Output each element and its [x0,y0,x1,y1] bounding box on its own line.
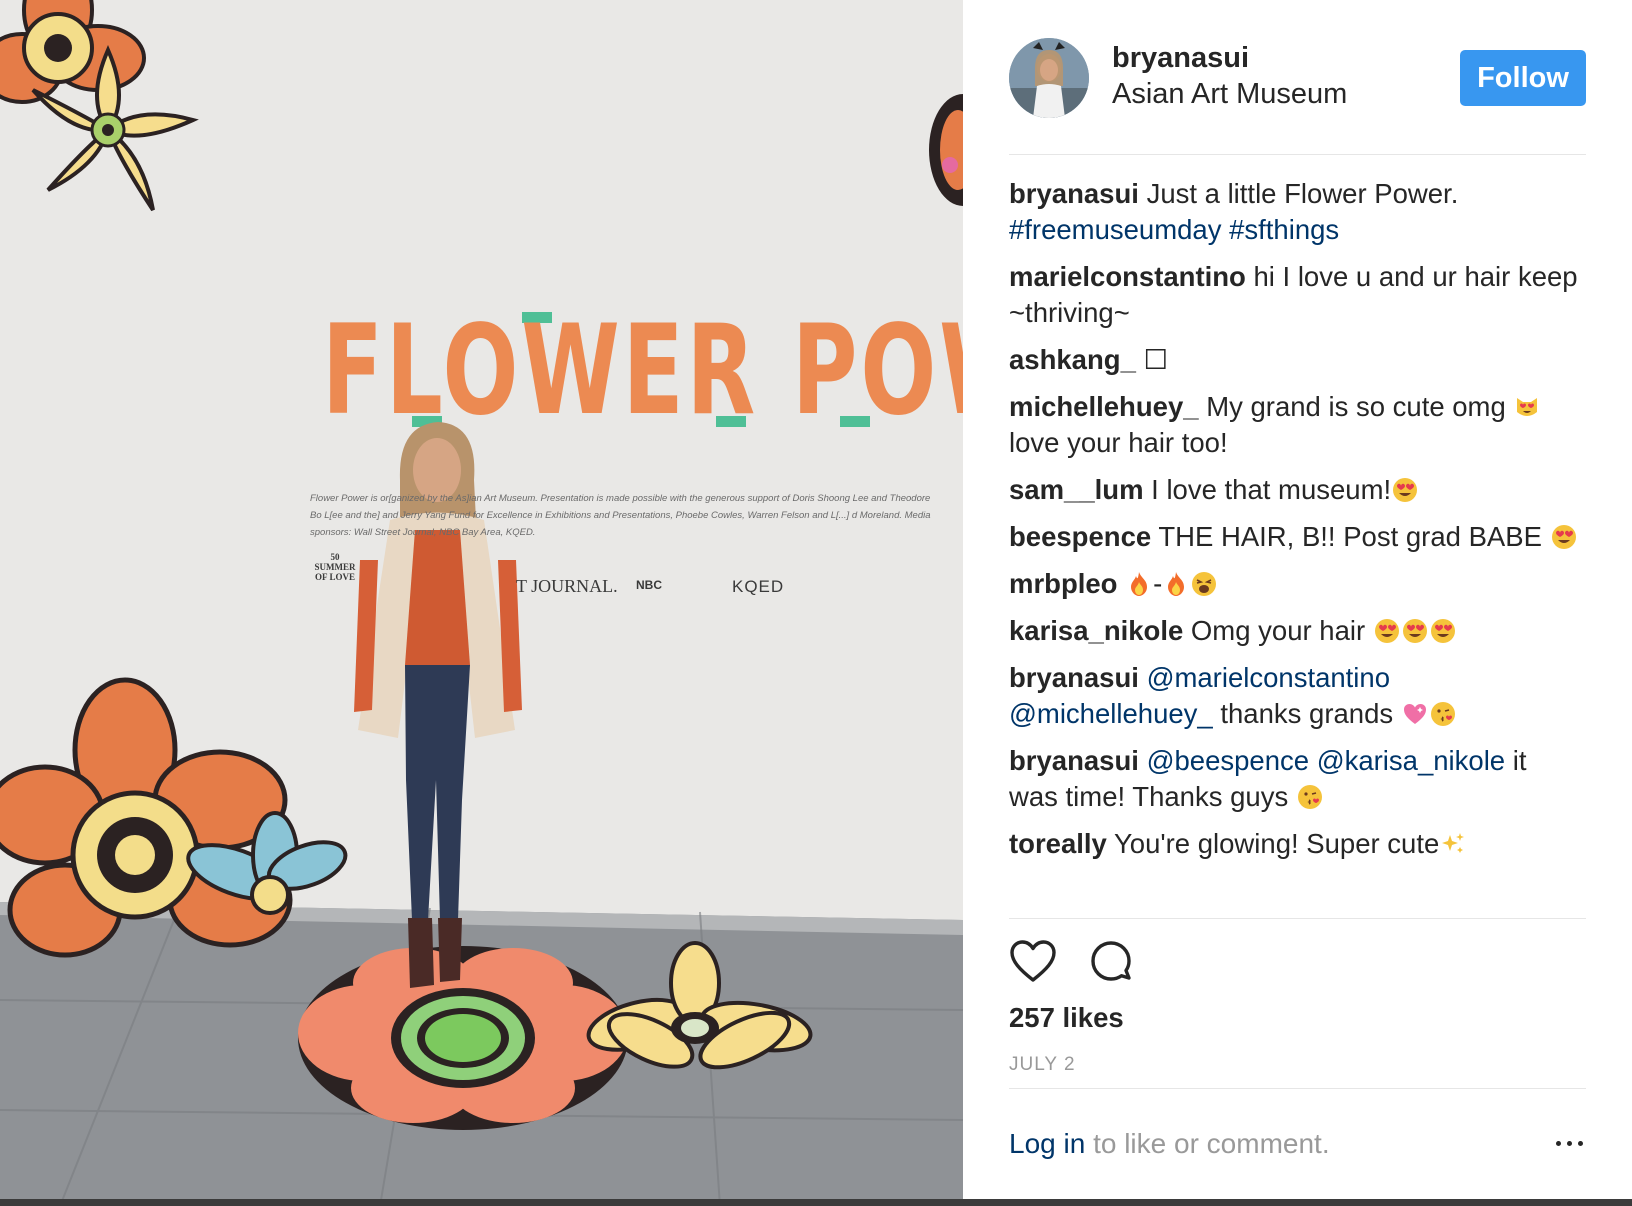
wall-credit-text: Flower Power is or[ganized by the As]ian… [310,493,931,538]
comment-item: toreally You're glowing! Super cute [1009,826,1579,862]
kiss-emoji-icon [1297,784,1323,810]
comment-text: - [1153,568,1163,599]
wall-title: FLOWER POWER [322,299,963,443]
header-divider [1009,154,1586,155]
comment-text: My grand is so cute omg [1206,391,1514,422]
comment-username[interactable]: michellehuey_ [1009,391,1199,422]
comment-item: bryanasui Just a little Flower Power. #f… [1009,176,1579,248]
comment-username[interactable]: marielconstantino [1009,261,1246,292]
post-location[interactable]: Asian Art Museum [1112,78,1347,111]
comment-username[interactable]: bryanasui [1009,178,1139,209]
comment-item: karisa_nikole Omg your hair [1009,613,1579,649]
follow-button[interactable]: Follow [1460,50,1586,106]
window-bottom-bar [0,1199,1632,1206]
comment-text: ☐ [1143,344,1169,375]
comment-item: sam__lum I love that museum! [1009,472,1579,508]
comment-text: You're glowing! Super cute [1113,828,1440,859]
fire-emoji-icon [1126,571,1152,597]
avatar[interactable] [1009,38,1089,118]
likes-count[interactable]: 257 likes [1009,1002,1124,1034]
comment-item: bryanasui @beespence @karisa_nikole it w… [1009,743,1579,815]
sparkles-emoji-icon [1440,831,1466,857]
heart-eyes-emoji-icon [1392,477,1418,503]
sparkling-heart-emoji-icon [1402,701,1428,727]
login-prompt-text: to like or comment. [1093,1128,1330,1159]
heart-outline-icon[interactable] [1009,938,1057,986]
kiss-emoji-icon [1430,701,1456,727]
post-header: bryanasui Asian Art Museum Follow [1009,38,1586,126]
comment-username[interactable]: beespence [1009,521,1151,552]
fire-emoji-icon [1163,571,1189,597]
post-date[interactable]: JULY 2 [1009,1054,1076,1076]
comment-username[interactable]: bryanasui [1009,662,1139,693]
comment-mention-link[interactable]: @beespence [1147,745,1309,776]
post-side-panel: bryanasui Asian Art Museum Follow bryana… [963,0,1632,1206]
comment-item: bryanasui @marielconstantino @michellehu… [1009,660,1579,732]
post-username[interactable]: bryanasui [1112,42,1249,75]
heart-eyes-emoji-icon [1402,618,1428,644]
comment-item: ashkang_ ☐ [1009,342,1579,378]
heart-eyes-emoji-icon [1551,524,1577,550]
comment-username[interactable]: sam__lum [1009,474,1144,505]
comment-text: Just a little Flower Power. [1146,178,1459,209]
comment-text: love your hair too! [1009,427,1228,458]
sponsor-kqed: KQED [732,577,785,596]
comment-item: michellehuey_ My grand is so cute omg lo… [1009,389,1579,461]
wall-flower-right [929,94,963,206]
comment-item: mrbpleo - [1009,566,1579,602]
comment-text: I love that museum! [1151,474,1392,505]
login-link[interactable]: Log in [1009,1128,1085,1159]
weary-emoji-icon [1191,571,1217,597]
sponsor-nbc: NBC [636,578,662,592]
comment-bubble-icon[interactable] [1087,938,1135,986]
post-photo[interactable]: FLOWER POWER Flower Power is or[ganized … [0,0,963,1206]
comment-username[interactable]: karisa_nikole [1009,615,1183,646]
comment-text [1309,745,1317,776]
comment-item: marielconstantino hi I love u and ur hai… [1009,259,1579,331]
wall-flower-topleft [0,0,199,212]
sponsor-summer-of-love: 50 SUMMER OF LOVE [314,552,356,582]
comment-mention-link[interactable]: @michellehuey_ [1009,698,1213,729]
heart-eyes-cat-emoji-icon [1514,394,1540,420]
login-prompt: Log in to like or comment. [1009,1128,1330,1160]
comment-text: Omg your hair [1190,615,1373,646]
comment-username[interactable]: mrbpleo [1009,568,1117,599]
footer-divider [1009,1088,1586,1089]
comment-text: thanks grands [1212,698,1401,729]
heart-eyes-emoji-icon [1430,618,1456,644]
comment-text [1221,214,1229,245]
sponsor-journal: T JOURNAL. [516,576,618,596]
comment-mention-link[interactable]: @karisa_nikole [1317,745,1505,776]
comment-username[interactable]: toreally [1009,828,1107,859]
more-dots-icon[interactable] [1556,1137,1586,1149]
comment-mention-link[interactable]: @marielconstantino [1147,662,1390,693]
comment-mention-link[interactable]: #freemuseumday [1009,214,1221,245]
comment-item: beespence THE HAIR, B!! Post grad BABE [1009,519,1579,555]
comments-divider [1009,918,1586,919]
comments-list: bryanasui Just a little Flower Power. #f… [1009,176,1579,873]
floor-flower-large [298,946,628,1130]
comment-mention-link[interactable]: #sfthings [1229,214,1339,245]
comment-username[interactable]: ashkang_ [1009,344,1136,375]
comment-username[interactable]: bryanasui [1009,745,1139,776]
comment-text: THE HAIR, B!! Post grad BABE [1158,521,1550,552]
heart-eyes-emoji-icon [1374,618,1400,644]
photo-scene [0,0,963,1206]
